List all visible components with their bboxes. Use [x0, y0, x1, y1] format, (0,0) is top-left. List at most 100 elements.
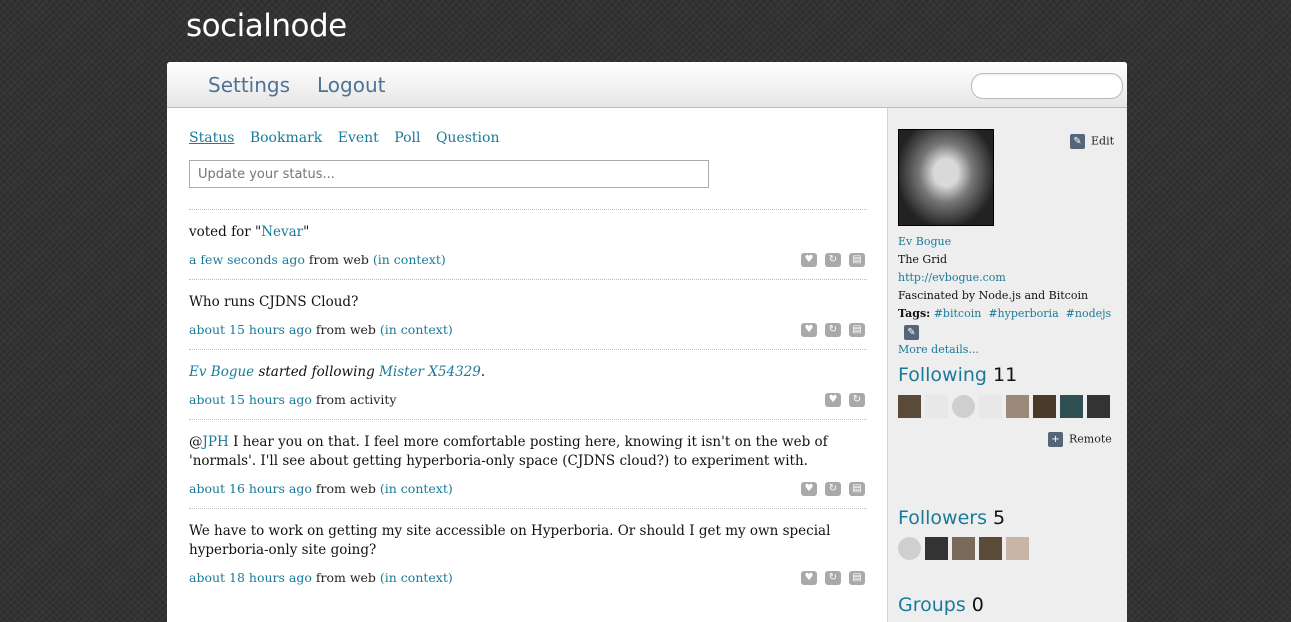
avatar[interactable]	[979, 395, 1002, 418]
tag-link[interactable]: #nodejs	[1066, 307, 1112, 320]
notice-feed: voted for "Nevar" a few seconds ago from…	[189, 209, 867, 597]
settings-link[interactable]: Settings	[208, 73, 290, 97]
notice-actions: ♥ ↻ ▤	[793, 480, 865, 496]
feed-item: Ev Bogue started following Mister X54329…	[189, 349, 867, 419]
notice-source: from activity	[311, 392, 397, 407]
avatar[interactable]	[1006, 537, 1029, 560]
context-link[interactable]: (in context)	[380, 570, 453, 585]
repeat-icon[interactable]: ↻	[825, 322, 841, 337]
avatar[interactable]	[898, 395, 921, 418]
notice-source: from web	[311, 481, 380, 496]
avatar[interactable]	[1087, 395, 1110, 418]
repeat-icon[interactable]: ↻	[849, 392, 865, 407]
following-avatars	[898, 395, 1114, 418]
following-count: 11	[993, 364, 1018, 386]
repeat-icon[interactable]: ↻	[825, 570, 841, 585]
groups-count: 0	[971, 594, 984, 616]
mention-link[interactable]: JPH	[203, 434, 229, 450]
poll-option-link[interactable]: Nevar	[261, 224, 303, 240]
notice-meta: about 15 hours ago from activity	[189, 392, 867, 419]
notice-text-part: voted for "	[189, 224, 262, 240]
avatar[interactable]	[898, 537, 921, 560]
edit-profile-button[interactable]: ✎ Edit	[1070, 134, 1114, 149]
trash-icon[interactable]: ▤	[849, 322, 865, 337]
notice-text: @JPH I hear you on that. I feel more com…	[189, 420, 867, 471]
context-link[interactable]: (in context)	[380, 322, 453, 337]
notice-text: Ev Bogue started following Mister X54329…	[189, 350, 867, 382]
avatar[interactable]	[1006, 395, 1029, 418]
avatar[interactable]	[1033, 395, 1056, 418]
heart-icon[interactable]: ♥	[825, 392, 841, 407]
avatar[interactable]	[898, 129, 994, 226]
notice-actions: ♥ ↻ ▤	[793, 569, 865, 585]
tab-poll[interactable]: Poll	[394, 130, 420, 146]
main-container: Settings Logout Status Bookmark Event Po…	[167, 62, 1127, 622]
repeat-icon[interactable]: ↻	[825, 481, 841, 496]
plus-icon: +	[1048, 432, 1063, 447]
notice-source: from web	[311, 322, 380, 337]
profile-url-link[interactable]: http://evbogue.com	[898, 271, 1006, 284]
groups-heading: Groups 0	[898, 594, 984, 616]
context-link[interactable]: (in context)	[373, 252, 446, 267]
notice-meta: about 15 hours ago from web (in context)	[189, 322, 867, 349]
avatar[interactable]	[925, 395, 948, 418]
following-heading: Following 11	[898, 364, 1017, 386]
avatar[interactable]	[952, 395, 975, 418]
profile-location: The Grid	[898, 253, 948, 266]
groups-link[interactable]: Groups	[898, 594, 966, 616]
timestamp-link[interactable]: about 18 hours ago	[189, 570, 312, 585]
profile-tags: Tags: #bitcoin #hyperboria #nodejs ✎	[898, 305, 1127, 341]
notice-meta: about 18 hours ago from web (in context)	[189, 570, 867, 597]
tab-bookmark[interactable]: Bookmark	[250, 130, 322, 146]
pencil-icon[interactable]: ✎	[904, 324, 919, 340]
trash-icon[interactable]: ▤	[849, 570, 865, 585]
avatar[interactable]	[952, 537, 975, 560]
heart-icon[interactable]: ♥	[801, 570, 817, 585]
tab-status[interactable]: Status	[189, 130, 234, 146]
search-input[interactable]	[971, 73, 1123, 99]
timestamp-link[interactable]: about 16 hours ago	[189, 481, 312, 496]
tag-link[interactable]: #hyperboria	[988, 307, 1058, 320]
notice-text-part: started following	[254, 364, 380, 380]
actor-link[interactable]: Ev Bogue	[189, 364, 254, 380]
logout-link[interactable]: Logout	[317, 73, 385, 97]
site-logo[interactable]: socialnode	[186, 8, 347, 44]
trash-icon[interactable]: ▤	[849, 481, 865, 496]
followers-avatars	[898, 537, 1033, 560]
followers-link[interactable]: Followers	[898, 507, 987, 529]
repeat-icon[interactable]: ↻	[825, 252, 841, 267]
top-nav: Settings Logout	[167, 62, 1127, 108]
status-input[interactable]	[189, 160, 709, 188]
heart-icon[interactable]: ♥	[801, 252, 817, 267]
remote-label: Remote	[1069, 432, 1112, 446]
following-link[interactable]: Following	[898, 364, 987, 386]
tab-event[interactable]: Event	[338, 130, 379, 146]
tag-link[interactable]: #bitcoin	[934, 307, 982, 320]
context-link[interactable]: (in context)	[380, 481, 453, 496]
notice-text: voted for "Nevar"	[189, 210, 867, 242]
timestamp-link[interactable]: about 15 hours ago	[189, 322, 312, 337]
tab-question[interactable]: Question	[436, 130, 500, 146]
pencil-icon: ✎	[1070, 134, 1085, 149]
more-details-link[interactable]: More details...	[898, 343, 979, 356]
notice-text-part: .	[480, 364, 486, 380]
notice-text-part: I hear you on that. I feel more comforta…	[189, 434, 828, 469]
heart-icon[interactable]: ♥	[801, 322, 817, 337]
timestamp-link[interactable]: a few seconds ago	[189, 252, 305, 267]
notice-source: from web	[311, 570, 380, 585]
avatar[interactable]	[925, 537, 948, 560]
remote-follow-button[interactable]: + Remote	[1048, 432, 1112, 447]
avatar[interactable]	[1060, 395, 1083, 418]
target-link[interactable]: Mister X54329	[379, 364, 481, 380]
feed-item: @JPH I hear you on that. I feel more com…	[189, 419, 867, 508]
avatar[interactable]	[979, 537, 1002, 560]
feed-item: voted for "Nevar" a few seconds ago from…	[189, 209, 867, 279]
timestamp-link[interactable]: about 15 hours ago	[189, 392, 312, 407]
profile-name-link[interactable]: Ev Bogue	[898, 235, 951, 248]
notice-type-tabs: Status Bookmark Event Poll Question	[189, 130, 510, 146]
notice-text: Who runs CJDNS Cloud?	[189, 294, 359, 310]
heart-icon[interactable]: ♥	[801, 481, 817, 496]
content-column: Status Bookmark Event Poll Question vote…	[167, 108, 887, 622]
notice-text-part: @	[189, 434, 203, 450]
trash-icon[interactable]: ▤	[849, 252, 865, 267]
